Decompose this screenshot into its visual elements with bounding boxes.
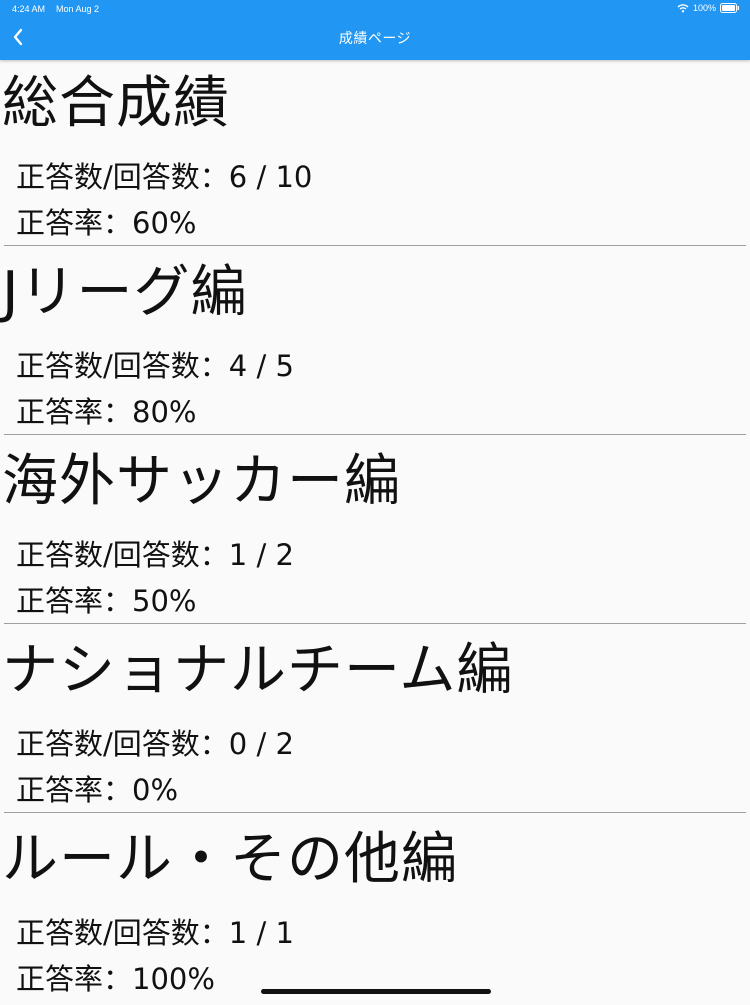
accuracy-rate-label: 正答率： bbox=[16, 962, 133, 996]
navigation-bar: 成績ページ bbox=[0, 20, 750, 60]
answer-count-value: 0 / 2 bbox=[228, 727, 294, 761]
answer-count-line: 正答数/回答数：1 / 2 bbox=[16, 535, 294, 575]
home-indicator[interactable] bbox=[261, 989, 491, 994]
accuracy-rate-label: 正答率： bbox=[16, 773, 133, 807]
answer-count-line: 正答数/回答数：0 / 2 bbox=[16, 724, 294, 764]
answer-count-value: 4 / 5 bbox=[228, 349, 294, 383]
answer-count-label: 正答数/回答数： bbox=[16, 727, 229, 761]
accuracy-rate-value: 80% bbox=[132, 395, 197, 429]
answer-count-value: 6 / 10 bbox=[228, 160, 313, 194]
accuracy-rate-value: 60% bbox=[132, 206, 197, 240]
answer-count-line: 正答数/回答数：4 / 5 bbox=[16, 346, 294, 386]
accuracy-rate-value: 0% bbox=[132, 773, 179, 807]
results-section-rules-other: ルール・その他編 正答数/回答数：1 / 1 正答率：100% bbox=[0, 816, 750, 1005]
results-section-overall: 総合成績 正答数/回答数：6 / 10 正答率：60% bbox=[0, 60, 750, 249]
page-title: 成績ページ bbox=[338, 31, 412, 47]
section-title: 総合成績 bbox=[2, 71, 230, 136]
answer-count-label: 正答数/回答数： bbox=[16, 349, 229, 383]
results-section-overseas-soccer: 海外サッカー編 正答数/回答数：1 / 2 正答率：50% bbox=[0, 438, 750, 627]
accuracy-rate-label: 正答率： bbox=[16, 395, 133, 429]
section-title: ナショナルチーム編 bbox=[2, 638, 514, 703]
answer-count-line: 正答数/回答数：6 / 10 bbox=[16, 157, 312, 197]
answer-count-line: 正答数/回答数：1 / 1 bbox=[16, 913, 294, 953]
results-list: 総合成績 正答数/回答数：6 / 10 正答率：60% Jリーグ編 正答数/回答… bbox=[0, 60, 750, 1005]
answer-count-label: 正答数/回答数： bbox=[16, 538, 229, 572]
battery-icon bbox=[720, 3, 740, 13]
section-title: ルール・その他編 bbox=[2, 827, 458, 892]
section-title: 海外サッカー編 bbox=[2, 449, 401, 514]
section-title: Jリーグ編 bbox=[2, 260, 248, 325]
status-date: Mon Aug 2 bbox=[56, 4, 100, 14]
answer-count-value: 1 / 1 bbox=[228, 916, 294, 950]
battery-percent: 100% bbox=[692, 3, 716, 13]
accuracy-rate-line: 正答率：50% bbox=[16, 581, 196, 621]
wifi-icon bbox=[677, 3, 689, 13]
answer-count-label: 正答数/回答数： bbox=[16, 160, 229, 194]
accuracy-rate-line: 正答率：100% bbox=[16, 959, 215, 999]
status-bar: 4:24 AM Mon Aug 2 100% bbox=[0, 0, 750, 20]
status-time: 4:24 AM bbox=[12, 4, 46, 14]
section-divider bbox=[4, 245, 746, 246]
section-divider bbox=[4, 434, 746, 435]
answer-count-label: 正答数/回答数： bbox=[16, 916, 229, 950]
accuracy-rate-line: 正答率：60% bbox=[16, 203, 196, 243]
section-divider bbox=[4, 623, 746, 624]
accuracy-rate-value: 100% bbox=[132, 962, 215, 996]
answer-count-value: 1 / 2 bbox=[228, 538, 294, 572]
section-divider bbox=[4, 812, 746, 813]
app-header: 4:24 AM Mon Aug 2 100% 成績ページ bbox=[0, 0, 750, 60]
results-section-national-team: ナショナルチーム編 正答数/回答数：0 / 2 正答率：0% bbox=[0, 627, 750, 816]
status-indicators: 100% bbox=[677, 3, 740, 13]
results-section-j-league: Jリーグ編 正答数/回答数：4 / 5 正答率：80% bbox=[0, 249, 750, 438]
accuracy-rate-line: 正答率：80% bbox=[16, 392, 196, 432]
accuracy-rate-label: 正答率： bbox=[16, 206, 133, 240]
accuracy-rate-line: 正答率：0% bbox=[16, 770, 178, 810]
accuracy-rate-label: 正答率： bbox=[16, 584, 133, 618]
accuracy-rate-value: 50% bbox=[132, 584, 197, 618]
